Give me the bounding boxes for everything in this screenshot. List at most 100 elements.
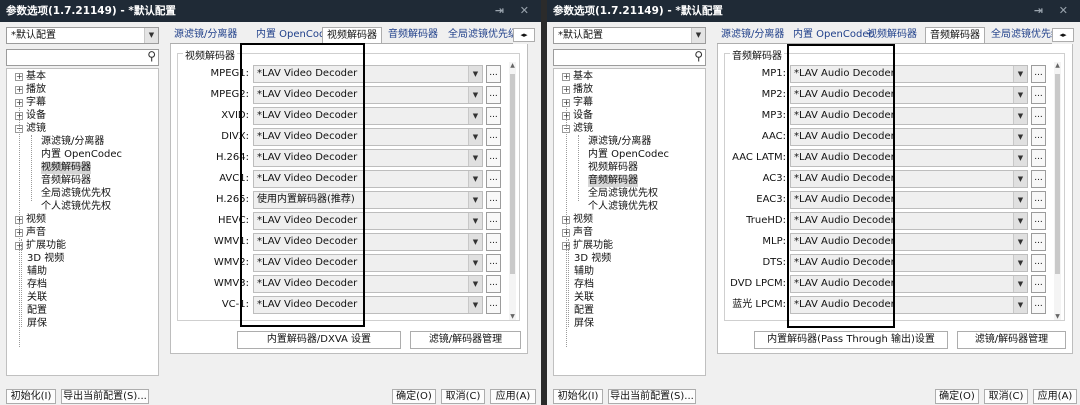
decoder-list-scrollbar[interactable]: ▲ ▼	[1054, 62, 1061, 320]
tree-item-personal-priority[interactable]: 个人滤镜优先权	[41, 201, 111, 213]
chevron-down-icon[interactable]: ▼	[1013, 129, 1027, 145]
chevron-down-icon[interactable]: ▼	[1013, 150, 1027, 166]
chevron-down-icon[interactable]: ▼	[468, 66, 482, 82]
tab-source-filters[interactable]: 源滤镜/分离器	[170, 27, 241, 43]
profile-select[interactable]: *默认配置 ▼	[6, 27, 159, 44]
tree-item-filters[interactable]: − 滤镜	[15, 123, 46, 135]
chevron-down-icon[interactable]: ▼	[468, 171, 482, 187]
more-button[interactable]: ...	[486, 170, 501, 188]
tree-item-playback[interactable]: + 播放	[562, 84, 593, 96]
chevron-down-icon[interactable]: ▼	[1013, 255, 1027, 271]
cancel-button[interactable]: 取消(C)	[984, 389, 1028, 404]
chevron-down-icon[interactable]: ▼	[1013, 108, 1027, 124]
expand-icon[interactable]: +	[562, 242, 570, 250]
tree-item-devices[interactable]: + 设备	[15, 110, 46, 122]
filter-manager-button[interactable]: 滤镜/解码器管理	[957, 331, 1066, 349]
more-button[interactable]: ...	[1031, 149, 1046, 167]
apply-button[interactable]: 应用(A)	[1033, 389, 1077, 404]
more-button[interactable]: ...	[1031, 107, 1046, 125]
tree-item-playback[interactable]: + 播放	[15, 84, 46, 96]
scroll-up-icon[interactable]: ▲	[1054, 62, 1061, 69]
chevron-down-icon[interactable]: ▼	[468, 129, 482, 145]
more-button[interactable]: ...	[1031, 170, 1046, 188]
tab-audio-decoder[interactable]: 音频解码器	[384, 27, 442, 43]
expand-icon[interactable]: +	[562, 99, 570, 107]
chevron-down-icon[interactable]: ▼	[468, 192, 482, 208]
reset-button[interactable]: 初始化(I)	[553, 389, 603, 404]
dxva-settings-button[interactable]: 内置解码器/DXVA 设置	[237, 331, 401, 349]
tree-item-3d-video[interactable]: 3D 视频	[27, 253, 64, 265]
tree-item-video[interactable]: + 视频	[15, 214, 46, 226]
scroll-down-icon[interactable]: ▼	[1054, 313, 1061, 320]
more-button[interactable]: ...	[1031, 233, 1046, 251]
chevron-down-icon[interactable]: ▼	[468, 87, 482, 103]
cancel-button[interactable]: 取消(C)	[441, 389, 485, 404]
tree-item-3d-video[interactable]: 3D 视频	[574, 253, 611, 265]
expand-icon[interactable]: +	[562, 229, 570, 237]
more-button[interactable]: ...	[1031, 254, 1046, 272]
more-button[interactable]: ...	[1031, 191, 1046, 209]
chevron-down-icon[interactable]: ▼	[468, 255, 482, 271]
tree-item-source-filters[interactable]: 源滤镜/分离器	[588, 136, 651, 148]
tree-item-extensions[interactable]: + 扩展功能	[562, 240, 613, 252]
search-icon[interactable]: ⚲	[694, 49, 703, 63]
expand-icon[interactable]: +	[562, 216, 570, 224]
pin-close-icons[interactable]: ⇥ ✕	[495, 0, 535, 22]
tree-item-basic[interactable]: + 基本	[562, 71, 593, 83]
ok-button[interactable]: 确定(O)	[935, 389, 979, 404]
tree-item-video[interactable]: + 视频	[562, 214, 593, 226]
expand-icon[interactable]: +	[562, 73, 570, 81]
tree-item-screensaver[interactable]: 屏保	[27, 318, 47, 330]
chevron-down-icon[interactable]: ▼	[1013, 171, 1027, 187]
tab-source-filters[interactable]: 源滤镜/分离器	[717, 27, 788, 43]
expand-icon[interactable]: +	[15, 73, 23, 81]
tab-global-priority[interactable]: 全局滤镜优先级	[444, 27, 513, 43]
tree-item-personal-priority[interactable]: 个人滤镜优先权	[588, 201, 658, 213]
tree-item-config[interactable]: 配置	[574, 305, 594, 317]
tab-global-priority[interactable]: 全局滤镜优先级	[987, 27, 1052, 43]
expand-icon[interactable]: +	[15, 86, 23, 94]
collapse-icon[interactable]: −	[562, 125, 570, 133]
more-button[interactable]: ...	[486, 107, 501, 125]
more-button[interactable]: ...	[486, 275, 501, 293]
tree-item-video-decoder[interactable]: 视频解码器	[41, 162, 91, 174]
tree-item-global-priority[interactable]: 全局滤镜优先权	[41, 188, 111, 200]
reset-button[interactable]: 初始化(I)	[6, 389, 56, 404]
tree-item-associations[interactable]: 关联	[27, 292, 47, 304]
chevron-down-icon[interactable]: ▼	[1013, 297, 1027, 313]
expand-icon[interactable]: +	[15, 242, 23, 250]
tree-item-devices[interactable]: + 设备	[562, 110, 593, 122]
pass-through-settings-button[interactable]: 内置解码器(Pass Through 输出)设置	[754, 331, 948, 349]
chevron-down-icon[interactable]: ▼	[691, 28, 705, 43]
filter-manager-button[interactable]: 滤镜/解码器管理	[410, 331, 521, 349]
scroll-thumb[interactable]	[510, 74, 515, 274]
tree-item-associations[interactable]: 关联	[574, 292, 594, 304]
tree-item-sound[interactable]: + 声音	[562, 227, 593, 239]
more-button[interactable]: ...	[1031, 296, 1046, 314]
more-button[interactable]: ...	[1031, 65, 1046, 83]
tab-scroll-icons[interactable]: ◂▸	[513, 28, 535, 42]
scroll-down-icon[interactable]: ▼	[509, 313, 516, 320]
tree-item-subtitles[interactable]: + 字幕	[15, 97, 46, 109]
decoder-list-scrollbar[interactable]: ▲ ▼	[509, 62, 516, 320]
tree-item-audio-decoder[interactable]: 音频解码器	[41, 175, 91, 187]
chevron-down-icon[interactable]: ▼	[468, 276, 482, 292]
more-button[interactable]: ...	[486, 149, 501, 167]
tree-item-archive[interactable]: 存档	[574, 279, 594, 291]
tree-item-basic[interactable]: + 基本	[15, 71, 46, 83]
settings-search-input[interactable]: ⚲	[6, 49, 159, 66]
tab-audio-decoder[interactable]: 音频解码器	[925, 27, 985, 43]
expand-icon[interactable]: +	[15, 99, 23, 107]
pin-close-icons[interactable]: ⇥ ✕	[1034, 0, 1074, 22]
chevron-down-icon[interactable]: ▼	[468, 297, 482, 313]
expand-icon[interactable]: +	[15, 112, 23, 120]
ok-button[interactable]: 确定(O)	[392, 389, 436, 404]
more-button[interactable]: ...	[486, 233, 501, 251]
expand-icon[interactable]: +	[15, 216, 23, 224]
tree-item-audio-decoder[interactable]: 音频解码器	[588, 175, 638, 187]
more-button[interactable]: ...	[486, 128, 501, 146]
more-button[interactable]: ...	[486, 296, 501, 314]
chevron-down-icon[interactable]: ▼	[1013, 213, 1027, 229]
chevron-down-icon[interactable]: ▼	[1013, 66, 1027, 82]
scroll-thumb[interactable]	[1055, 74, 1060, 274]
